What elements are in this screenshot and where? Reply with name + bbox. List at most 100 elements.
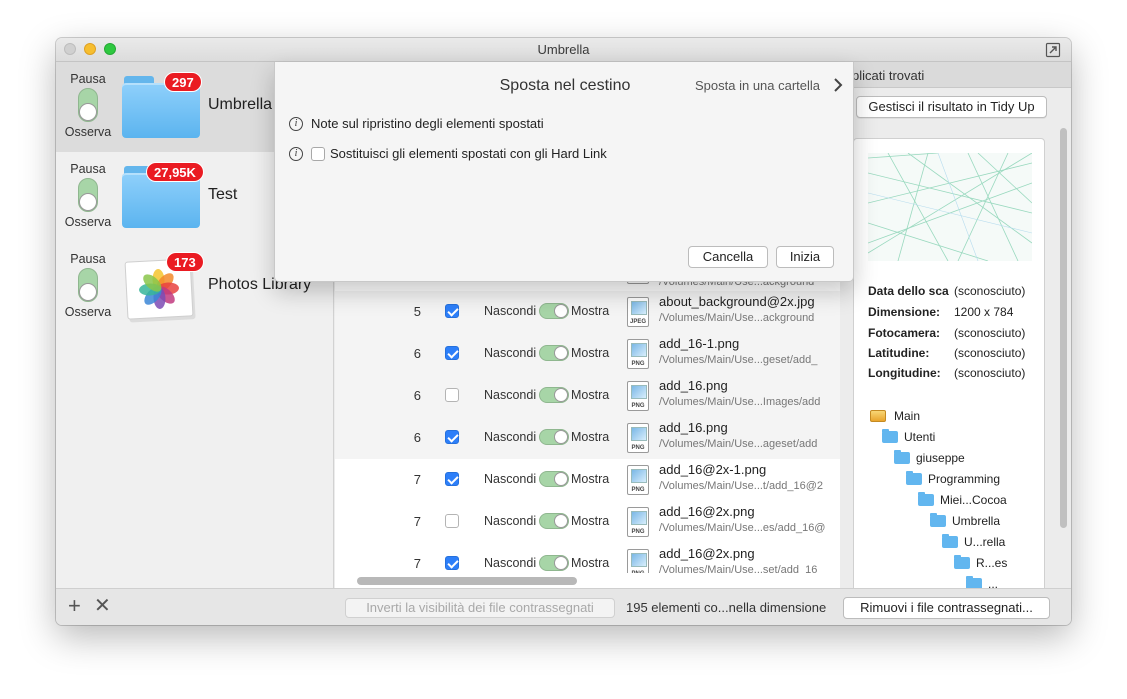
png-file-icon: PNG (627, 423, 649, 453)
path-item-resources[interactable]: R...es (954, 555, 1007, 571)
visibility-switch[interactable] (539, 387, 569, 403)
meta-latitude: Latitudine: (sconosciuto) (868, 346, 1026, 360)
table-row[interactable]: 7 Nascondi Mostra PNG add_16@2x-1.png /V… (335, 459, 840, 501)
watch-label: Osserva (64, 305, 112, 319)
vertical-scrollbar[interactable] (1060, 128, 1067, 528)
png-file-icon: PNG (627, 381, 649, 411)
hide-label: Nascondi (484, 388, 537, 402)
png-file-icon: PNG (627, 507, 649, 537)
table-row[interactable]: 6 Nascondi Mostra PNG add_16-1.png /Volu… (335, 333, 840, 375)
watch-toggle-group: Pausa Osserva (62, 72, 114, 139)
visibility-switch[interactable] (539, 513, 569, 529)
app-window: Umbrella Pausa Osserva 297 Umbrella Paus… (56, 38, 1071, 625)
hide-label: Nascondi (484, 514, 537, 528)
bottom-toolbar: + ✕ Inverti la visibilità dei file contr… (56, 588, 1071, 625)
table-row[interactable]: 5 Nascondi Mostra JPEG about_background@… (335, 291, 840, 333)
group-number: 7 (413, 514, 421, 529)
chevron-right-icon[interactable] (831, 77, 845, 93)
hide-label: Nascondi (484, 304, 537, 318)
show-label: Mostra (571, 514, 610, 528)
horizontal-scrollbar[interactable] (357, 577, 577, 585)
path-item-umbrella[interactable]: Umbrella (930, 513, 1000, 529)
info-sidebar: plicati trovati Gestisci il risultato in… (840, 62, 1071, 598)
path-item-miei-cocoa[interactable]: Miei...Cocoa (918, 492, 1007, 508)
file-name: about_background@2x.jpg (659, 294, 815, 309)
hide-label: Nascondi (484, 472, 537, 486)
table-row[interactable]: 7 Nascondi Mostra PNG add_16@2x.png /Vol… (335, 501, 840, 543)
path-item-programming[interactable]: Programming (906, 471, 1000, 487)
pause-watch-toggle[interactable] (78, 178, 98, 212)
remove-icon[interactable]: ✕ (94, 595, 111, 617)
show-label: Mostra (571, 430, 610, 444)
visibility-switch[interactable] (539, 303, 569, 319)
mark-checkbox[interactable] (445, 556, 459, 570)
info-icon[interactable]: i (289, 117, 303, 131)
folder-icon (882, 429, 898, 443)
file-path: /Volumes/Main/Use...es/add_16@ (659, 522, 826, 534)
jpeg-file-icon: JPEG (627, 297, 649, 327)
table-row[interactable]: 7 Nascondi Mostra PNG add_16@2x.png /Vol… (335, 543, 840, 573)
group-number: 7 (413, 556, 421, 571)
file-name: add_16-1.png (659, 336, 740, 351)
show-label: Mostra (571, 556, 610, 570)
table-row[interactable]: 6 Nascondi Mostra PNG add_16.png /Volume… (335, 417, 840, 459)
watch-label: Osserva (64, 215, 112, 229)
mark-checkbox[interactable] (445, 472, 459, 486)
file-name: add_16@2x-1.png (659, 462, 767, 477)
visibility-switch[interactable] (539, 555, 569, 571)
move-to-folder-link[interactable]: Sposta in una cartella (695, 78, 820, 93)
mark-checkbox[interactable] (445, 304, 459, 318)
show-label: Mostra (571, 388, 610, 402)
hide-label: Nascondi (484, 430, 537, 444)
file-path: /Volumes/Main/Use...set/add_16 (659, 564, 818, 573)
remove-marked-files-button[interactable]: Rimuovi i file contrassegnati... (843, 597, 1050, 619)
tidy-up-button[interactable]: Gestisci il risultato in Tidy Up (856, 96, 1047, 118)
info-icon[interactable]: i (289, 147, 303, 161)
show-label: Mostra (571, 472, 610, 486)
selection-summary: 195 elementi co...nella dimensione (626, 600, 827, 615)
folder-icon (906, 471, 922, 485)
expand-icon[interactable] (1045, 42, 1061, 58)
pause-label: Pausa (70, 72, 106, 86)
path-item-utenti[interactable]: Utenti (882, 429, 935, 445)
show-label: Mostra (571, 346, 610, 360)
path-item-main[interactable]: Main (870, 408, 920, 424)
file-info-panel: Data dello sca (sconosciuto) Dimensione: 1… (853, 138, 1045, 598)
path-item-giuseppe[interactable]: giuseppe (894, 450, 965, 466)
window-title: Umbrella (537, 42, 590, 57)
group-number: 6 (413, 346, 421, 361)
png-file-icon: PNG (627, 549, 649, 573)
watch-toggle-group: Pausa Osserva (62, 162, 114, 229)
mark-checkbox[interactable] (445, 430, 459, 444)
count-badge: 297 (164, 72, 202, 92)
file-path: /Volumes/Main/Use...ageset/add (659, 438, 818, 450)
watch-toggle-group: Pausa Osserva (62, 252, 114, 319)
mark-checkbox[interactable] (445, 346, 459, 360)
pause-label: Pausa (70, 252, 106, 266)
mark-checkbox[interactable] (445, 514, 459, 528)
folder-icon (918, 492, 934, 506)
folder-icon (954, 555, 970, 569)
count-badge: 27,95K (146, 162, 204, 182)
table-row[interactable]: 6 Nascondi Mostra PNG add_16.png /Volume… (335, 375, 840, 417)
mark-checkbox[interactable] (445, 388, 459, 402)
visibility-switch[interactable] (539, 345, 569, 361)
file-name: add_16@2x.png (659, 504, 755, 519)
path-item-umbrella-sub[interactable]: U...rella (942, 534, 1005, 550)
start-button[interactable]: Inizia (776, 246, 834, 268)
watch-label: Osserva (64, 125, 112, 139)
visibility-switch[interactable] (539, 471, 569, 487)
cancel-button[interactable]: Cancella (688, 246, 768, 268)
invert-visibility-button[interactable]: Inverti la visibilità dei file contrasse… (345, 598, 615, 618)
visibility-switch[interactable] (539, 429, 569, 445)
file-name: add_16@2x.png (659, 546, 755, 561)
file-path: /Volumes/Main/Use...t/add_16@2 (659, 480, 824, 492)
meta-longitude: Longitudine: (sconosciuto) (868, 366, 1026, 380)
pause-watch-toggle[interactable] (78, 88, 98, 122)
add-icon[interactable]: + (68, 595, 81, 617)
hide-label: Nascondi (484, 346, 537, 360)
pause-watch-toggle[interactable] (78, 268, 98, 302)
meta-dimension: Dimensione: 1200 x 784 (868, 305, 1014, 319)
folder-icon (942, 534, 958, 548)
hardlink-checkbox[interactable] (311, 147, 325, 161)
